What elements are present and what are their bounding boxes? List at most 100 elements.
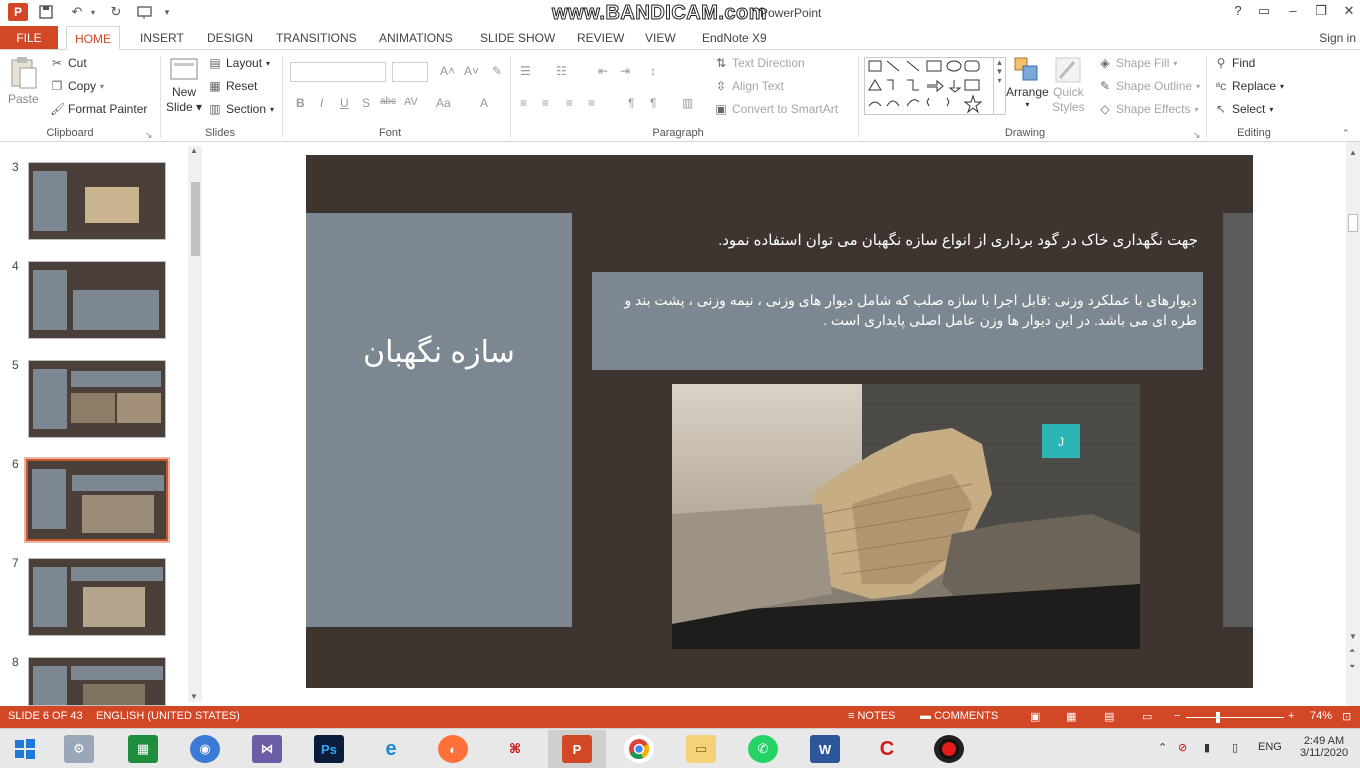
vertical-scroll-thumb[interactable] xyxy=(1348,214,1358,232)
tab-slide-show[interactable]: SLIDE SHOW xyxy=(472,26,563,50)
sign-in-link[interactable]: Sign in xyxy=(1319,26,1356,50)
tab-insert[interactable]: INSERT xyxy=(132,26,192,50)
whatsapp-icon[interactable]: ✆ xyxy=(748,735,778,763)
file-explorer-icon[interactable]: ▭ xyxy=(686,735,716,763)
firefox-icon[interactable]: ◐ xyxy=(438,735,468,763)
slide-body-textbox[interactable]: دیوارهای با عملکرد وزنی :قابل اجرا با سا… xyxy=(592,272,1203,370)
bowtie-app-icon[interactable]: ⋈ xyxy=(252,735,282,763)
undo-dropdown-icon[interactable]: ▾ xyxy=(88,3,98,21)
copy-button[interactable]: ❐ Copy ▾ xyxy=(50,79,104,93)
format-painter-button[interactable]: 🖌 Format Painter xyxy=(50,102,147,116)
zoom-level[interactable]: 74% xyxy=(1310,710,1332,722)
tab-home[interactable]: HOME xyxy=(66,26,120,50)
new-slide-button[interactable]: New Slide ▾ xyxy=(166,56,202,114)
shapes-gallery[interactable] xyxy=(864,57,994,115)
comments-button[interactable]: ▬ COMMENTS xyxy=(920,710,998,722)
decrease-indent-icon[interactable]: ⇤ xyxy=(598,64,608,78)
collapse-ribbon-icon[interactable]: ⌃ xyxy=(1342,128,1350,139)
replace-button[interactable]: ᵃc Replace ▾ xyxy=(1214,79,1284,93)
font-name-combobox[interactable] xyxy=(290,62,386,82)
arrange-button[interactable]: Arrange ▾ xyxy=(1006,56,1049,109)
help-button[interactable]: ? xyxy=(1227,3,1249,21)
bullets-icon[interactable]: ☰ xyxy=(520,64,531,78)
convert-smartart-button[interactable]: ▣ Convert to SmartArt xyxy=(714,102,838,116)
tab-endnote[interactable]: EndNote X9 xyxy=(694,26,775,50)
tab-review[interactable]: REVIEW xyxy=(569,26,632,50)
fit-slide-icon[interactable]: ⊡ xyxy=(1342,710,1351,723)
italic-button[interactable]: I xyxy=(320,96,323,110)
photoshop-icon[interactable]: Ps xyxy=(314,735,344,763)
shrink-font-icon[interactable]: A˅ xyxy=(464,64,479,78)
language-indicator[interactable]: ENGLISH (UNITED STATES) xyxy=(96,710,240,722)
select-button[interactable]: ↖ Select ▾ xyxy=(1214,102,1273,116)
minimize-button[interactable]: – xyxy=(1282,3,1304,21)
bold-button[interactable]: B xyxy=(296,96,305,110)
justify-icon[interactable]: ≡ xyxy=(588,96,595,110)
notes-button[interactable]: ≡ NOTES xyxy=(848,710,895,722)
font-color-icon[interactable]: A xyxy=(480,96,488,110)
slide-thumbnail-5[interactable] xyxy=(28,360,166,438)
zoom-in-button[interactable]: + xyxy=(1288,710,1294,722)
grow-font-icon[interactable]: A˄ xyxy=(440,64,455,78)
slide-thumbnail-6[interactable] xyxy=(24,457,170,543)
font-size-combobox[interactable] xyxy=(392,62,428,82)
ltr-direction-icon[interactable]: ¶ xyxy=(628,96,634,110)
increase-indent-icon[interactable]: ⇥ xyxy=(620,64,630,78)
current-slide[interactable]: سازه نگهبان جهت نگهداری خاک در گود بردار… xyxy=(306,155,1253,688)
tab-design[interactable]: DESIGN xyxy=(199,26,261,50)
zoom-slider-thumb[interactable] xyxy=(1216,712,1220,723)
zoom-out-button[interactable]: − xyxy=(1174,710,1180,722)
align-left-icon[interactable]: ≡ xyxy=(520,96,527,110)
shapes-gallery-scroll[interactable]: ▲ ▼ ▾ xyxy=(994,57,1006,115)
normal-view-icon[interactable]: ▣ xyxy=(1030,710,1040,723)
align-right-icon[interactable]: ≡ xyxy=(566,96,573,110)
windows-start-icon[interactable] xyxy=(10,735,40,763)
save-icon[interactable] xyxy=(36,3,56,21)
character-spacing-button[interactable]: AV xyxy=(404,96,418,108)
rtl-direction-icon[interactable]: ¶ xyxy=(650,96,656,110)
bandicam-record-icon[interactable] xyxy=(934,735,964,763)
slide-title[interactable]: سازه نگهبان xyxy=(306,335,572,370)
slide-thumbnail-7[interactable] xyxy=(28,558,166,636)
slide-vertical-scrollbar[interactable]: ▲ ▼ ⏶ ⏷ xyxy=(1346,142,1360,706)
ribbon-display-options-button[interactable]: ▭ xyxy=(1253,3,1275,21)
clock[interactable]: 2:49 AM 3/11/2020 xyxy=(1296,735,1352,759)
clear-formatting-icon[interactable]: ✎ xyxy=(492,64,502,78)
network-icon[interactable]: ▮ xyxy=(1204,741,1210,754)
shape-outline-button[interactable]: ✎ Shape Outline ▾ xyxy=(1098,79,1200,93)
redo-icon[interactable]: ↻ xyxy=(106,3,126,21)
input-language[interactable]: ENG xyxy=(1258,741,1282,753)
battery-icon[interactable]: ▯ xyxy=(1232,741,1238,754)
slide-intro-text[interactable]: جهت نگهداری خاک در گود برداری از انواع س… xyxy=(592,231,1198,249)
strikethrough-button[interactable]: abc xyxy=(380,96,396,107)
shape-effects-button[interactable]: ◇ Shape Effects ▾ xyxy=(1098,102,1198,116)
slide-sorter-view-icon[interactable]: ▦ xyxy=(1066,710,1076,723)
next-slide-icon[interactable]: ⏷ xyxy=(1349,662,1355,672)
customize-toolbar-icon[interactable]: ▾ xyxy=(160,3,174,21)
scroll-up-icon[interactable]: ▲ xyxy=(190,146,198,155)
start-from-beginning-icon[interactable] xyxy=(134,3,156,21)
slide-thumbnail-8[interactable] xyxy=(28,657,166,706)
scroll-down-icon[interactable]: ▼ xyxy=(1349,632,1357,641)
reading-view-icon[interactable]: ▤ xyxy=(1104,710,1114,723)
text-shadow-button[interactable]: S xyxy=(362,96,370,110)
align-text-button[interactable]: ⇳ Align Text xyxy=(714,79,784,93)
underline-button[interactable]: U xyxy=(340,96,349,110)
zoom-slider-track[interactable] xyxy=(1186,717,1284,718)
columns-icon[interactable]: ▥ xyxy=(682,96,693,110)
show-hidden-icons[interactable]: ⌃ xyxy=(1158,741,1167,754)
text-direction-button[interactable]: ⇅ Text Direction xyxy=(714,56,805,70)
acrobat-icon[interactable]: ⌘ xyxy=(500,735,530,763)
tab-animations[interactable]: ANIMATIONS xyxy=(371,26,461,50)
slide-thumbnail-3[interactable] xyxy=(28,162,166,240)
drawing-launcher-icon[interactable]: ↘ xyxy=(1193,130,1201,141)
clipboard-launcher-icon[interactable]: ↘ xyxy=(145,130,153,141)
red-c-app-icon[interactable]: C xyxy=(872,735,902,763)
chrome-icon[interactable] xyxy=(624,735,654,763)
layout-button[interactable]: ▤ Layout ▾ xyxy=(208,56,270,70)
previous-slide-icon[interactable]: ⏶ xyxy=(1349,646,1355,656)
tab-file[interactable]: FILE xyxy=(0,26,58,50)
scroll-up-icon[interactable]: ▲ xyxy=(1349,148,1357,157)
tray-app-icon[interactable]: ⊘ xyxy=(1178,741,1187,754)
shape-fill-button[interactable]: ◈ Shape Fill ▾ xyxy=(1098,56,1177,70)
